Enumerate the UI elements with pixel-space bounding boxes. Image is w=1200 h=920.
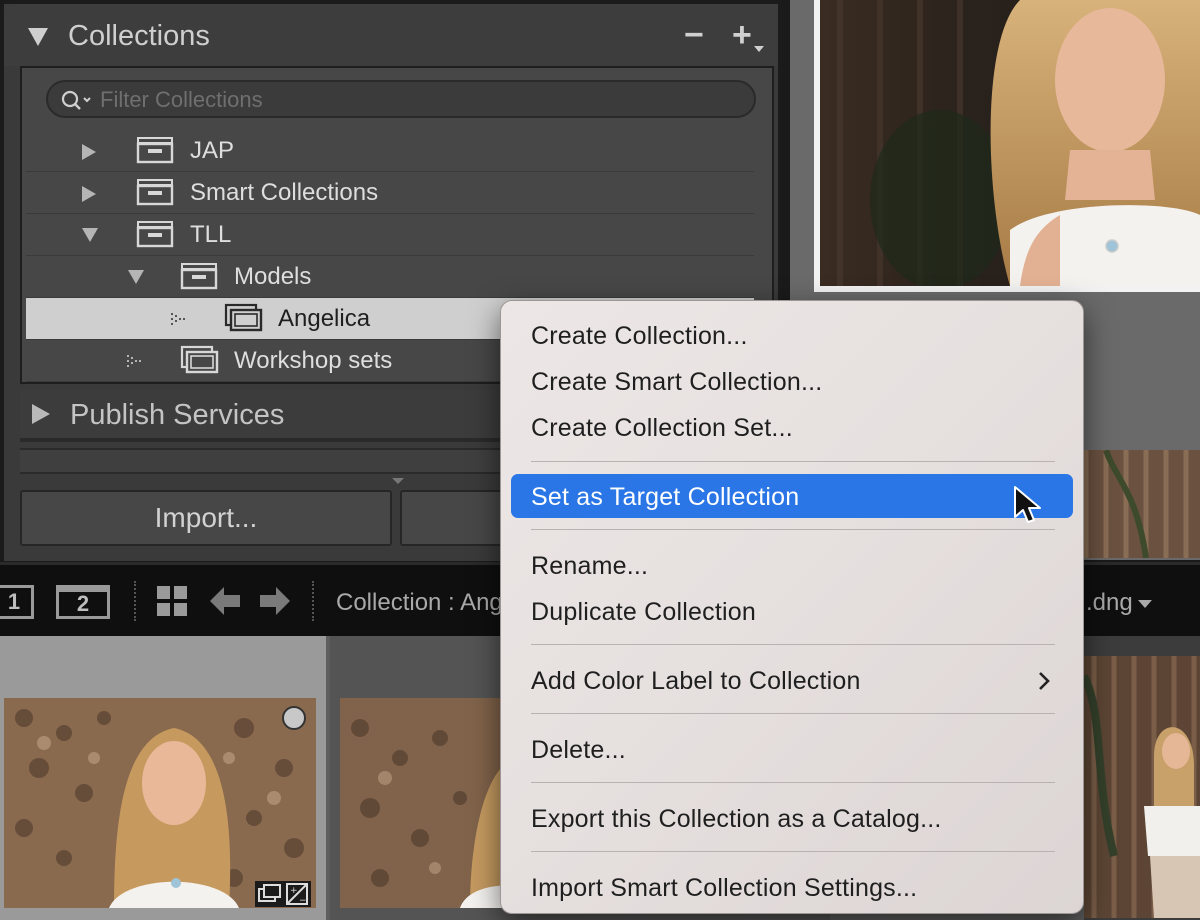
tree-label: TLL (190, 221, 232, 248)
primary-display-button[interactable]: 1 (0, 585, 34, 619)
svg-text:−: − (299, 896, 307, 906)
collection-set-icon (136, 179, 174, 206)
thumbnail-badges-icon[interactable]: + − (254, 880, 312, 908)
tree-row-smart-collections[interactable]: Smart Collections (26, 172, 754, 214)
collapse-triangle-icon[interactable] (82, 228, 98, 242)
menu-separator (531, 644, 1055, 645)
tree-label: Models (234, 263, 312, 290)
menu-item-create-collection-set[interactable]: Create Collection Set... (511, 405, 1073, 449)
menu-item-label: Delete... (531, 736, 626, 764)
filter-collections-field[interactable] (46, 80, 756, 118)
filmstrip-cell[interactable] (1084, 636, 1200, 920)
tree-label: JAP (190, 137, 235, 164)
menu-item-label: Export this Collection as a Catalog... (531, 805, 942, 833)
collection-icon (224, 303, 263, 332)
menu-separator (531, 529, 1055, 530)
menu-separator (531, 851, 1055, 852)
tree-row-models[interactable]: Models (26, 256, 754, 298)
thumbnail-photo[interactable] (1084, 656, 1200, 918)
collections-title: Collections (68, 20, 210, 52)
menu-item-label: Add Color Label to Collection (531, 667, 861, 695)
collection-icon (180, 345, 219, 374)
filename-indicator[interactable]: .dng (1086, 589, 1133, 617)
tree-row-tll[interactable]: TLL (26, 214, 754, 256)
fence-portrait (1084, 656, 1200, 918)
remove-collection-button[interactable]: − (684, 18, 704, 52)
menu-item-create-collection[interactable]: Create Collection... (511, 313, 1073, 357)
panel-resize-grip-icon[interactable] (392, 478, 404, 486)
arrow-left-icon[interactable] (210, 587, 240, 615)
add-collection-button[interactable]: + (732, 16, 764, 54)
fence-photo (1076, 450, 1200, 558)
menu-item-set-as-target-collection[interactable]: Set as Target Collection (511, 474, 1073, 518)
filter-collections-input[interactable] (100, 86, 740, 114)
preview-secondary-photo[interactable] (1076, 450, 1200, 558)
tree-row-jap[interactable]: JAP (26, 130, 754, 172)
arrow-right-icon[interactable] (260, 587, 290, 615)
collection-set-icon (136, 137, 174, 164)
toolbar-separator (312, 581, 314, 621)
menu-separator (531, 713, 1055, 714)
plus-icon: + (732, 16, 752, 54)
menu-separator (531, 782, 1055, 783)
main-preview-photo[interactable] (820, 0, 1200, 286)
filmstrip-cell-selected[interactable]: + − (0, 636, 326, 920)
grid-view-icon[interactable] (156, 585, 188, 617)
menu-item-label: Duplicate Collection (531, 598, 756, 626)
portrait-photo (820, 0, 1200, 286)
thumbnail-photo[interactable] (4, 698, 316, 908)
import-button[interactable]: Import... (20, 490, 392, 546)
collapse-triangle-icon[interactable] (28, 28, 48, 46)
menu-separator (531, 461, 1055, 462)
collapse-triangle-icon[interactable] (128, 270, 144, 284)
tree-label: Angelica (278, 305, 371, 332)
brick-wall-portrait (4, 698, 316, 908)
menu-item-add-color-label[interactable]: Add Color Label to Collection (511, 658, 1073, 702)
menu-item-label: Create Collection... (531, 322, 748, 350)
tree-label: Workshop sets (234, 347, 393, 374)
menu-item-delete[interactable]: Delete... (511, 727, 1073, 771)
chevron-down-icon[interactable] (1138, 600, 1152, 609)
menu-item-label: Import Smart Collection Settings... (531, 874, 918, 902)
collections-header[interactable]: Collections − + (4, 4, 778, 66)
menu-item-duplicate-collection[interactable]: Duplicate Collection (511, 589, 1073, 633)
menu-item-label: Rename... (531, 552, 649, 580)
expand-triangle-icon[interactable] (82, 186, 96, 202)
chevron-right-icon (1039, 672, 1050, 690)
menu-item-import-smart-collection-settings[interactable]: Import Smart Collection Settings... (511, 865, 1073, 909)
menu-item-export-as-catalog[interactable]: Export this Collection as a Catalog... (511, 796, 1073, 840)
expand-triangle-icon[interactable] (32, 404, 50, 424)
svg-text:+: + (290, 886, 298, 896)
expand-triangle-icon[interactable] (82, 144, 96, 160)
menu-item-rename[interactable]: Rename... (511, 543, 1073, 587)
search-icon (61, 90, 91, 110)
secondary-display-button[interactable]: 2 (56, 585, 110, 619)
collection-context-menu: Create Collection... Create Smart Collec… (500, 300, 1084, 914)
collection-set-icon (180, 263, 218, 290)
collection-set-icon (136, 221, 174, 248)
chevron-down-icon (754, 46, 764, 52)
menu-item-label: Create Smart Collection... (531, 368, 823, 396)
menu-item-label: Create Collection Set... (531, 414, 793, 442)
menu-item-label: Set as Target Collection (531, 483, 800, 511)
dotted-disclosure-icon (127, 355, 141, 367)
tree-label: Smart Collections (190, 179, 379, 206)
dotted-disclosure-icon (171, 313, 185, 325)
quick-collection-marker-icon[interactable] (282, 706, 306, 730)
toolbar-separator (134, 581, 136, 621)
menu-item-create-smart-collection[interactable]: Create Smart Collection... (511, 359, 1073, 403)
publish-services-title: Publish Services (70, 399, 285, 431)
mouse-pointer-icon (1014, 486, 1041, 523)
